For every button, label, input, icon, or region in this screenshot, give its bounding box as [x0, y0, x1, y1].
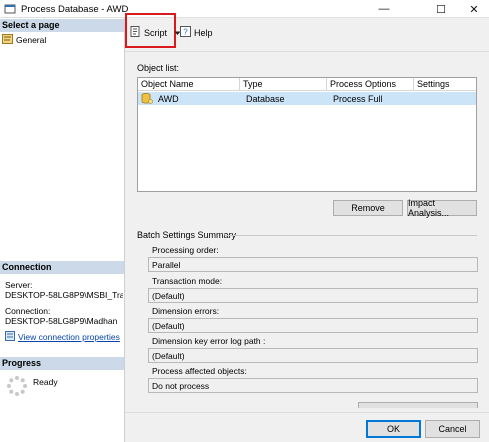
help-button[interactable]: ? Help — [180, 26, 213, 39]
view-connection-properties-link[interactable]: View connection properties — [5, 331, 120, 343]
change-settings-button-edge[interactable] — [358, 402, 478, 408]
script-button[interactable]: Script — [130, 26, 181, 39]
column-header-settings[interactable]: Settings — [414, 78, 476, 91]
batch-divider — [225, 235, 477, 236]
table-row[interactable]: AWD Database Process Full — [138, 92, 476, 105]
connection-header: Connection — [0, 261, 124, 274]
dimension-errors-field: (Default) — [148, 318, 478, 333]
close-icon: ✕ — [469, 3, 479, 16]
properties-icon — [5, 331, 15, 343]
sidebar-item-general[interactable]: General — [2, 34, 46, 46]
minimize-button[interactable]: — — [369, 0, 399, 18]
column-header-type[interactable]: Type — [240, 78, 327, 91]
object-list-label: Object list: — [137, 63, 180, 73]
view-connection-label: View connection properties — [18, 332, 120, 342]
progress-status: Ready — [33, 377, 58, 387]
remove-button[interactable]: Remove — [333, 200, 403, 216]
window-title: Process Database - AWD — [21, 4, 129, 15]
select-page-header: Select a page — [0, 19, 124, 32]
connection-value: DESKTOP-58LG8P9\Madhan — [5, 316, 118, 326]
impact-analysis-button[interactable]: Impact Analysis... — [407, 198, 477, 218]
svg-text:?: ? — [183, 28, 188, 37]
general-page-icon — [2, 34, 13, 46]
processing-order-label: Processing order: — [152, 245, 219, 255]
key-error-log-label: Dimension key error log path : — [152, 336, 266, 346]
column-header-process-options[interactable]: Process Options — [327, 78, 414, 91]
progress-spinner-icon — [6, 375, 28, 399]
processing-order-field: Parallel — [148, 257, 478, 272]
minimize-icon: — — [378, 3, 390, 15]
column-header-object-name[interactable]: Object Name — [138, 78, 240, 91]
script-icon — [130, 26, 141, 39]
affected-objects-field: Do not process — [148, 378, 478, 393]
help-icon: ? — [180, 26, 191, 39]
ok-button[interactable]: OK — [366, 420, 421, 438]
object-list-grid[interactable]: Object Name Type Process Options Setting… — [137, 77, 477, 192]
cancel-button[interactable]: Cancel — [425, 420, 480, 438]
maximize-icon: ☐ — [436, 3, 446, 16]
title-bar: Process Database - AWD — ☐ ✕ — [0, 0, 489, 18]
server-label: Server: — [5, 280, 33, 290]
progress-header: Progress — [0, 357, 124, 370]
script-label: Script — [144, 27, 168, 38]
key-error-log-field: (Default) — [148, 348, 478, 363]
process-option-cell[interactable]: Process Full — [333, 94, 383, 104]
maximize-button[interactable]: ☐ — [426, 0, 456, 18]
type-cell: Database — [246, 94, 285, 104]
help-label: Help — [194, 27, 213, 38]
server-value: DESKTOP-58LG8P9\MSBI_Traini — [5, 290, 123, 300]
connection-label: Connection: — [5, 306, 51, 316]
transaction-mode-label: Transaction mode: — [152, 276, 223, 286]
sidebar-item-label: General — [16, 35, 47, 45]
database-icon — [141, 92, 153, 106]
transaction-mode-field: (Default) — [148, 288, 478, 303]
object-name-cell: AWD — [158, 94, 179, 104]
batch-settings-title: Batch Settings Summary — [137, 230, 237, 240]
app-icon — [4, 3, 16, 15]
dimension-errors-label: Dimension errors: — [152, 306, 220, 316]
affected-objects-label: Process affected objects: — [152, 366, 247, 376]
close-button[interactable]: ✕ — [459, 0, 489, 18]
